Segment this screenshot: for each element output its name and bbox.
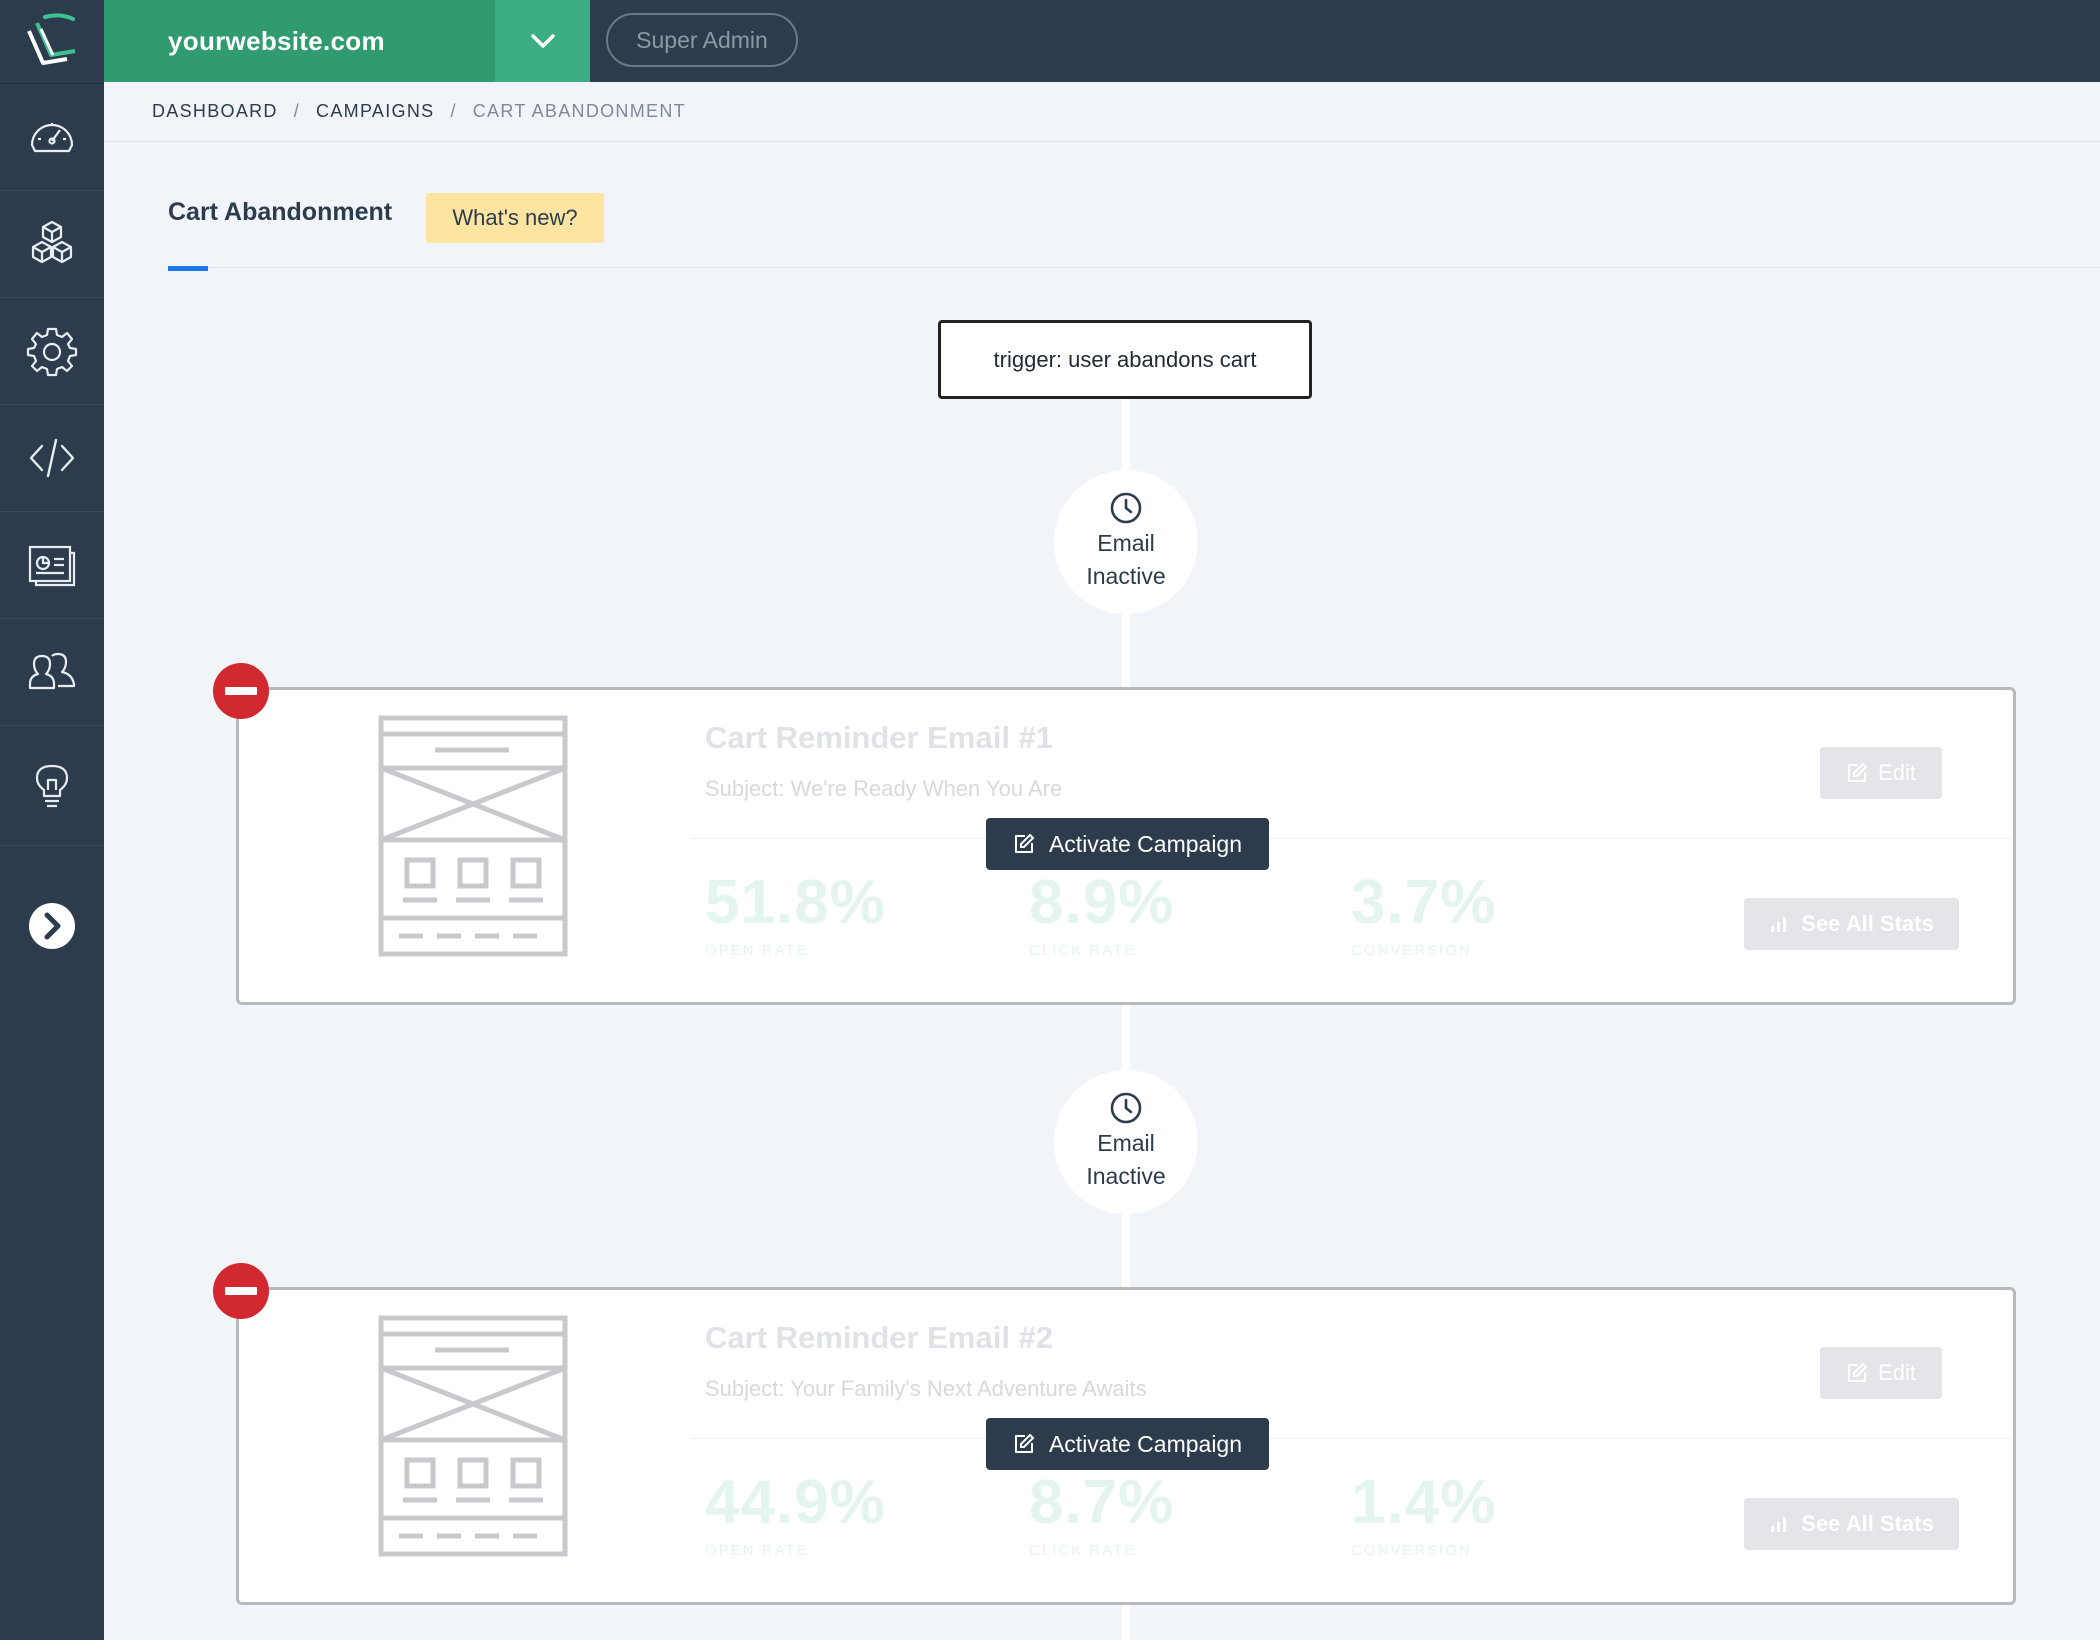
top-bar: yourwebsite.com Super Admin <box>104 0 2100 82</box>
delay-label-line1: Email <box>1097 530 1155 556</box>
header-divider <box>168 267 2100 268</box>
active-tab-indicator <box>168 266 208 271</box>
lightbulb-icon <box>35 764 69 807</box>
role-badge: Super Admin <box>606 13 798 67</box>
site-dropdown-toggle[interactable] <box>495 0 590 82</box>
stat-label: CLICK RATE <box>1029 942 1137 959</box>
bar-chart-icon <box>1771 1517 1787 1532</box>
stat-value: 44.9% <box>705 1468 886 1537</box>
stat-value: 8.9% <box>1029 868 1175 937</box>
logo-icon <box>27 12 76 65</box>
clock-icon <box>1110 1092 1142 1124</box>
stat-conversion: 3.7% CONVERSION <box>1351 868 1497 960</box>
edit-email-button[interactable]: Edit <box>1820 747 1942 799</box>
breadcrumb-campaigns[interactable]: CAMPAIGNS <box>316 101 434 122</box>
sidebar-item-settings[interactable] <box>0 298 104 405</box>
stat-label: OPEN RATE <box>705 942 809 959</box>
edit-icon <box>1014 1433 1035 1453</box>
breadcrumb-dashboard[interactable]: DASHBOARD <box>152 101 278 122</box>
stat-label: CLICK RATE <box>1029 1542 1137 1559</box>
chevron-down-icon <box>530 34 555 48</box>
breadcrumb-current: CART ABANDONMENT <box>472 101 686 121</box>
delay-label-line1: Email <box>1097 1130 1155 1156</box>
sidebar-item-users[interactable] <box>0 619 104 726</box>
email-template-icon <box>378 715 568 957</box>
whats-new-button[interactable]: What's new? <box>426 193 604 243</box>
stat-value: 51.8% <box>705 868 886 937</box>
edit-icon <box>1848 762 1868 782</box>
email-card: Cart Reminder Email #1 Subject: We're Re… <box>236 687 2016 1005</box>
site-selector[interactable]: yourwebsite.com <box>104 0 495 82</box>
stat-value: 3.7% <box>1351 868 1497 937</box>
sidebar-item-products[interactable] <box>0 191 104 298</box>
stat-label: CONVERSION <box>1351 942 1472 959</box>
delay-node[interactable]: Email Inactive <box>1054 470 1198 614</box>
stat-open-rate: 44.9% OPEN RATE <box>705 1468 886 1560</box>
app-logo[interactable] <box>0 0 104 84</box>
report-icon <box>28 545 76 587</box>
edit-icon <box>1848 1362 1868 1382</box>
email-subject: Subject: Your Family's Next Adventure Aw… <box>705 1376 1147 1401</box>
breadcrumb-separator: / <box>450 101 457 121</box>
edit-label: Edit <box>1878 1360 1916 1385</box>
stat-click-rate: 8.9% CLICK RATE <box>1029 868 1175 960</box>
stat-value: 8.7% <box>1029 1468 1175 1537</box>
stat-conversion: 1.4% CONVERSION <box>1351 1468 1497 1560</box>
card-divider <box>692 1438 2013 1439</box>
see-all-stats-button[interactable]: See All Stats <box>1744 1498 1959 1550</box>
activate-campaign-button[interactable]: Activate Campaign <box>986 1418 1269 1470</box>
speedometer-icon <box>30 123 74 153</box>
stat-value: 1.4% <box>1351 1468 1497 1537</box>
see-all-stats-button[interactable]: See All Stats <box>1744 898 1959 950</box>
sidebar-item-code[interactable] <box>0 405 104 512</box>
sidebar-item-ideas[interactable] <box>0 726 104 846</box>
sidebar-expand-button[interactable] <box>0 846 104 1006</box>
email-card: Cart Reminder Email #2 Subject: Your Fam… <box>236 1287 2016 1605</box>
email-template-icon <box>378 1315 568 1557</box>
email-subject: Subject: We're Ready When You Are <box>705 776 1063 801</box>
card-divider <box>692 838 2013 839</box>
delay-label-line2: Inactive <box>1086 1163 1166 1189</box>
cubes-icon <box>31 220 73 264</box>
sidebar-item-dashboard[interactable] <box>0 84 104 191</box>
see-all-stats-label: See All Stats <box>1801 1511 1934 1536</box>
remove-email-button[interactable] <box>213 663 269 719</box>
edit-email-button[interactable]: Edit <box>1820 1347 1942 1399</box>
edit-label: Edit <box>1878 760 1916 785</box>
email-title[interactable]: Cart Reminder Email #2 <box>705 1320 1053 1356</box>
gear-icon <box>26 327 78 377</box>
activate-label: Activate Campaign <box>1048 830 1243 857</box>
site-name: yourwebsite.com <box>168 25 385 56</box>
breadcrumb: DASHBOARD / CAMPAIGNS / CART ABANDONMENT <box>104 82 2100 142</box>
email-title[interactable]: Cart Reminder Email #1 <box>705 720 1053 756</box>
edit-icon <box>1014 833 1035 853</box>
minus-icon <box>225 1287 257 1295</box>
chevron-right-icon <box>29 903 75 949</box>
code-icon <box>29 438 75 478</box>
page-title[interactable]: Cart Abandonment <box>168 198 392 227</box>
trigger-node[interactable]: trigger: user abandons cart <box>938 320 1312 399</box>
sidebar <box>0 0 104 1640</box>
stat-open-rate: 51.8% OPEN RATE <box>705 868 886 960</box>
stat-label: OPEN RATE <box>705 1542 809 1559</box>
breadcrumb-separator: / <box>293 101 301 121</box>
clock-icon <box>1110 492 1142 524</box>
sidebar-item-reports[interactable] <box>0 512 104 619</box>
delay-node[interactable]: Email Inactive <box>1054 1070 1198 1214</box>
remove-email-button[interactable] <box>213 1263 269 1319</box>
activate-label: Activate Campaign <box>1048 1430 1243 1457</box>
stat-click-rate: 8.7% CLICK RATE <box>1029 1468 1175 1560</box>
minus-icon <box>225 687 257 695</box>
delay-label-line2: Inactive <box>1086 563 1166 589</box>
activate-campaign-button[interactable]: Activate Campaign <box>986 818 1269 870</box>
see-all-stats-label: See All Stats <box>1801 911 1934 936</box>
stat-label: CONVERSION <box>1351 1542 1472 1559</box>
bar-chart-icon <box>1771 917 1787 932</box>
flow-connector <box>1122 1603 1130 1640</box>
users-icon <box>28 652 76 690</box>
